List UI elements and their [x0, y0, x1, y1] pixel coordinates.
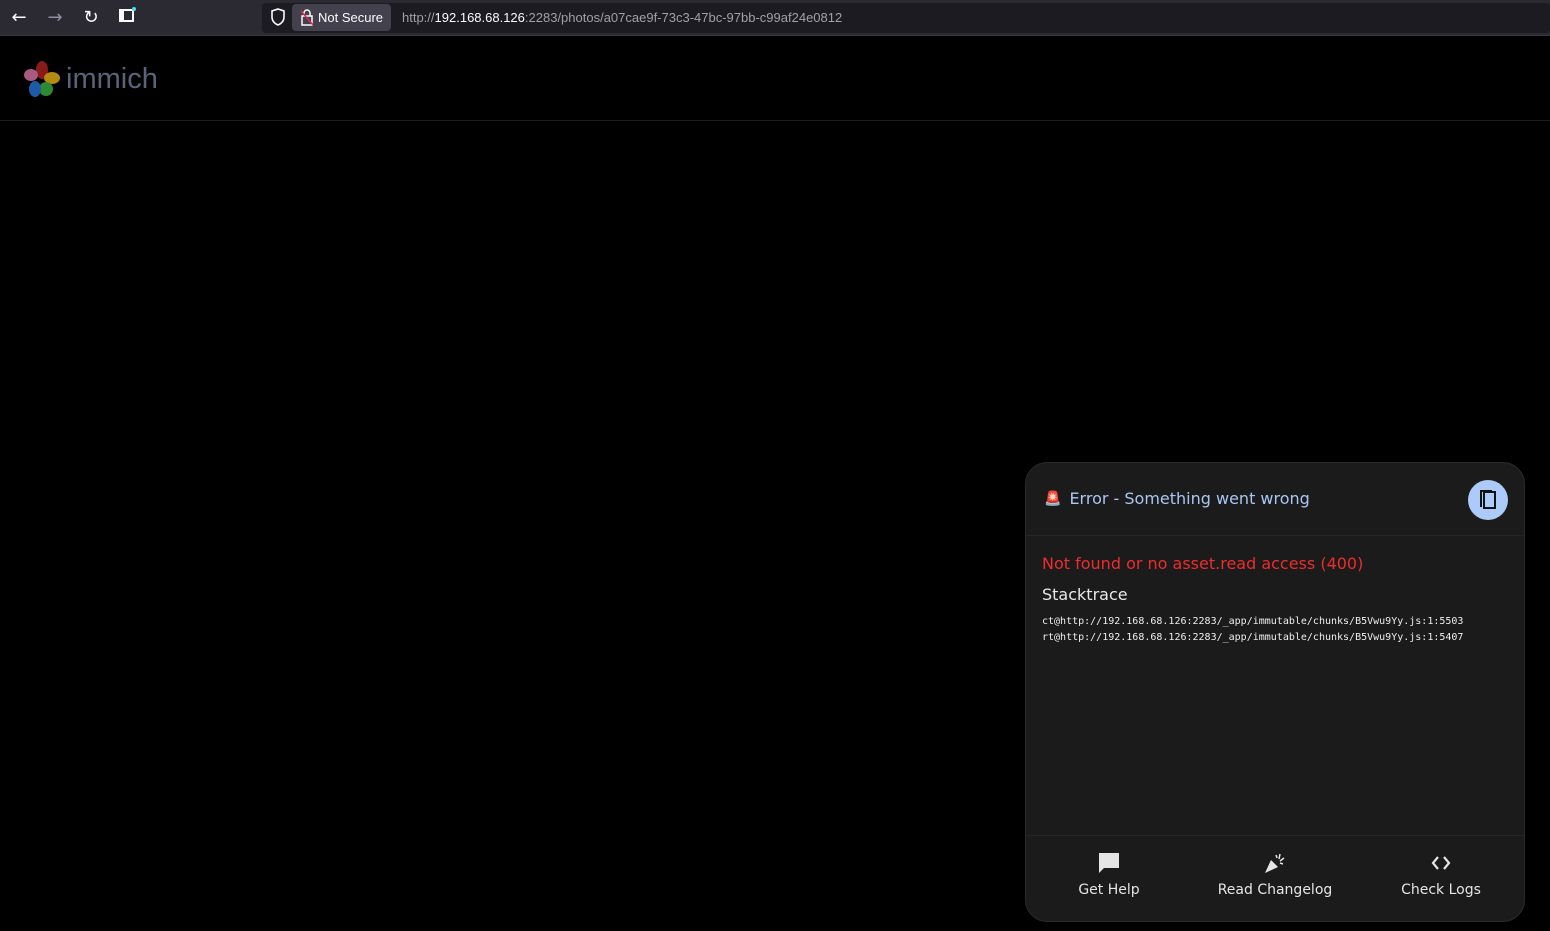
security-label: Not Secure [318, 10, 384, 25]
stacktrace: ct@http://192.168.68.126:2283/_app/immut… [1042, 614, 1508, 646]
copy-icon [1480, 490, 1496, 509]
get-help-label: Get Help [1078, 882, 1140, 898]
insecure-lock-icon [300, 9, 314, 26]
app-header: immich [0, 37, 1550, 121]
reload-button[interactable]: ↻ [79, 6, 103, 30]
get-help-button[interactable]: Get Help [1026, 836, 1192, 921]
url-path: :2283/photos/a07cae9f-73c3-47bc-97bb-c99… [524, 10, 843, 25]
immich-logo[interactable]: immich [24, 61, 158, 97]
sidebar-icon [119, 7, 136, 22]
error-title-text: Error - Something went wrong [1069, 489, 1310, 508]
stacktrace-heading: Stacktrace [1042, 585, 1128, 604]
url-host: 192.168.68.126 [434, 10, 525, 25]
error-title: 🚨 Error - Something went wrong [1044, 489, 1310, 508]
not-secure-badge[interactable]: Not Secure [292, 4, 392, 31]
message-icon [1099, 853, 1119, 873]
party-popper-icon [1265, 853, 1285, 873]
read-changelog-label: Read Changelog [1217, 882, 1333, 898]
copy-error-button[interactable] [1468, 480, 1508, 520]
back-button[interactable]: ← [7, 6, 31, 30]
error-panel: 🚨 Error - Something went wrong Not found… [1025, 462, 1525, 922]
read-changelog-button[interactable]: Read Changelog [1192, 836, 1358, 921]
error-message: Not found or no asset.read access (400) [1042, 554, 1364, 573]
sidebar-button[interactable] [115, 6, 139, 30]
stacktrace-line: ct@http://192.168.68.126:2283/_app/immut… [1042, 616, 1464, 627]
code-icon [1431, 856, 1451, 870]
siren-icon: 🚨 [1044, 490, 1062, 507]
browser-toolbar: ← → ↻ Not Secure http://192.168.68.126:2… [0, 0, 1550, 36]
immich-logo-icon [24, 61, 60, 97]
stacktrace-line: rt@http://192.168.68.126:2283/_app/immut… [1042, 632, 1464, 643]
forward-button[interactable]: → [43, 6, 67, 30]
url-prefix: http:// [402, 10, 435, 25]
url-text[interactable]: http://192.168.68.126:2283/photos/a07cae… [402, 10, 842, 25]
check-logs-label: Check Logs [1401, 882, 1481, 898]
check-logs-button[interactable]: Check Logs [1358, 836, 1524, 921]
shield-icon[interactable] [270, 7, 286, 27]
logo-text: immich [66, 62, 158, 95]
